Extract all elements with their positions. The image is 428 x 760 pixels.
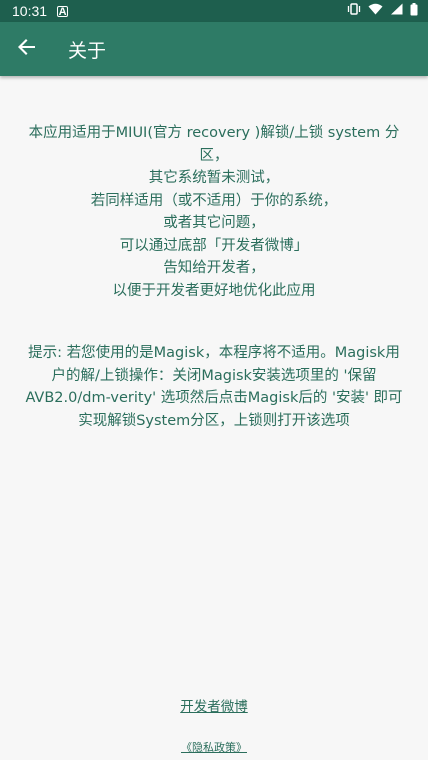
app-toolbar: 关于 (0, 22, 428, 76)
about-content: 本应用适用于MIUI(官方 recovery )解锁/上锁 system 分区，… (24, 122, 404, 432)
intro-line: 或者其它问题， (163, 215, 265, 231)
intro-line: 本应用适用于MIUI(官方 recovery )解锁/上锁 system 分区， (28, 125, 400, 164)
back-button[interactable] (0, 22, 54, 76)
intro-text-block: 本应用适用于MIUI(官方 recovery )解锁/上锁 system 分区，… (24, 122, 404, 302)
magisk-tip-text: 提示: 若您使用的是Magisk，本程序将不适用。Magisk用户的解/上锁操作… (25, 345, 403, 429)
intro-line: 以便于开发者更好地优化此应用 (112, 282, 316, 299)
privacy-policy-link[interactable]: 《隐私政策》 (0, 739, 428, 755)
battery-icon (410, 2, 418, 20)
intro-line: 其它系统暂未测试， (148, 170, 280, 186)
status-time: 10:31 (12, 3, 48, 19)
intro-line: 可以通过底部「开发者微博」 (119, 237, 309, 254)
status-icons (347, 2, 418, 20)
notification-a-icon: A (57, 5, 69, 18)
wifi-icon (368, 3, 383, 19)
developer-weibo-link[interactable]: 开发者微博 (0, 695, 428, 715)
vibrate-icon (347, 3, 361, 19)
arrow-back-icon (18, 38, 36, 60)
intro-line: 告知给开发者， (163, 260, 265, 276)
intro-line: 若同样适用（或不适用）于你的系统， (90, 192, 338, 209)
page-title: 关于 (68, 39, 107, 62)
signal-icon (390, 3, 403, 19)
status-bar: 10:31 A (0, 0, 428, 22)
